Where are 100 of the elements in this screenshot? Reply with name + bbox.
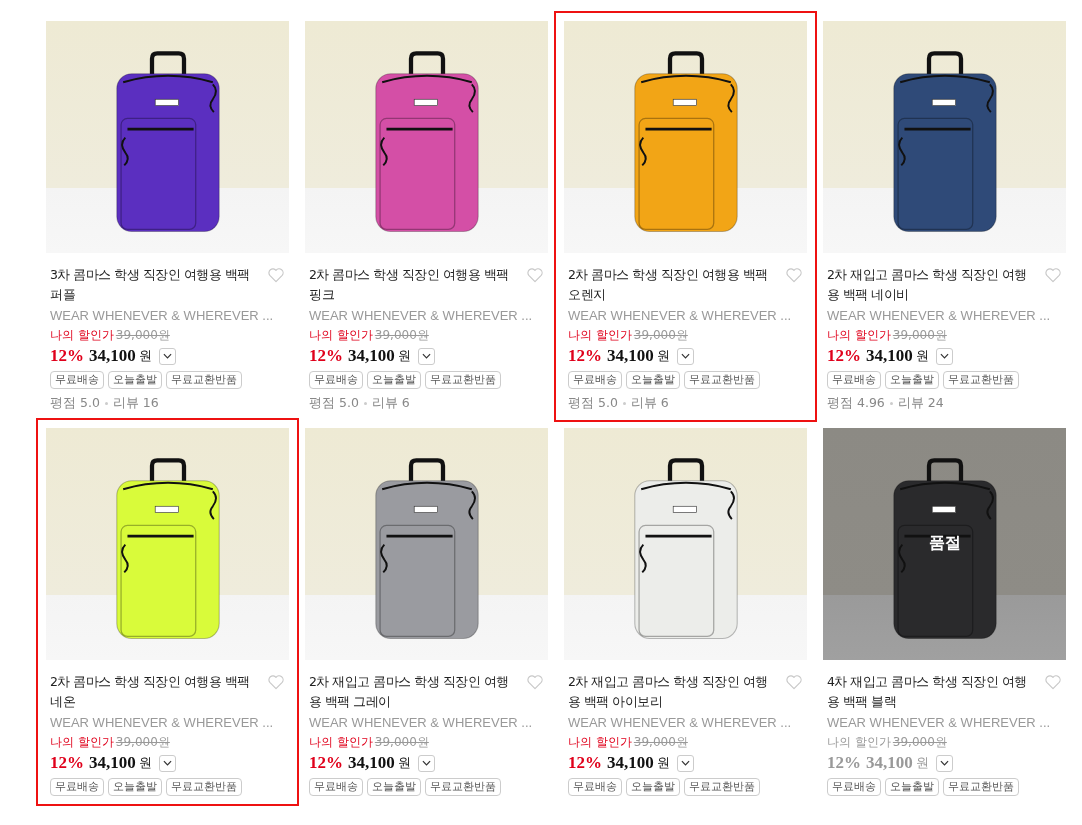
rating-text: 평점 5.0	[568, 395, 618, 412]
price-detail-toggle[interactable]	[676, 347, 694, 365]
separator-dot	[622, 402, 626, 405]
benefit-tag: 무료교환반품	[425, 778, 501, 796]
benefit-tag: 무료교환반품	[943, 778, 1019, 796]
sold-out-label: 품절	[928, 533, 961, 554]
currency-unit: 원	[397, 347, 411, 365]
discount-rate: 12%	[827, 753, 861, 773]
currency-unit: 원	[915, 347, 929, 365]
chevron-down-icon	[939, 760, 949, 766]
benefit-tag: 무료교환반품	[684, 778, 760, 796]
product-title[interactable]: 2차 콤마스 학생 직장인 여행용 백팩 핑크	[309, 265, 520, 305]
discount-rate: 12%	[309, 753, 343, 773]
discount-price-label: 나의 할인가	[309, 327, 373, 344]
price-detail-toggle[interactable]	[417, 754, 435, 772]
rating-text: 평점 5.0	[50, 395, 100, 412]
sale-price: 34,100	[866, 346, 913, 366]
benefit-tag: 무료배송	[827, 371, 881, 389]
sale-price: 34,100	[348, 753, 395, 773]
review-count: 리뷰 6	[371, 395, 410, 412]
product-photo[interactable]	[46, 21, 289, 253]
sale-price: 34,100	[607, 346, 654, 366]
benefit-tag: 무료배송	[50, 371, 104, 389]
price-detail-toggle[interactable]	[935, 347, 953, 365]
benefit-tag: 오늘출발	[885, 371, 939, 389]
sale-price: 34,100	[89, 346, 136, 366]
discount-price-label: 나의 할인가	[50, 327, 114, 344]
product-photo[interactable]: 품절	[823, 428, 1066, 660]
sale-price: 34,100	[866, 753, 913, 773]
chevron-down-icon	[939, 353, 949, 359]
currency-unit: 원	[138, 754, 152, 772]
currency-unit: 원	[915, 754, 929, 772]
benefit-tag: 무료배송	[309, 371, 363, 389]
benefit-tag: 무료배송	[827, 778, 881, 796]
benefit-tag: 무료교환반품	[166, 778, 242, 796]
chevron-down-icon	[680, 353, 690, 359]
benefit-tag: 무료교환반품	[943, 371, 1019, 389]
product-title[interactable]: 4차 재입고 콤마스 학생 직장인 여행용 백팩 블랙	[827, 672, 1038, 712]
product-title[interactable]: 3차 콤마스 학생 직장인 여행용 백팩 퍼플	[50, 265, 261, 305]
benefit-tag: 무료배송	[50, 778, 104, 796]
price-detail-toggle[interactable]	[158, 347, 176, 365]
benefit-tag: 오늘출발	[108, 371, 162, 389]
price-detail-toggle[interactable]	[676, 754, 694, 772]
price-detail-toggle[interactable]	[158, 754, 176, 772]
sale-price: 34,100	[348, 346, 395, 366]
product-title[interactable]: 2차 재입고 콤마스 학생 직장인 여행용 백팩 네이비	[827, 265, 1038, 305]
product-photo[interactable]	[305, 21, 548, 253]
benefit-tag: 무료교환반품	[166, 371, 242, 389]
price-detail-toggle[interactable]	[935, 754, 953, 772]
benefit-tag: 오늘출발	[626, 371, 680, 389]
original-price: 39,000원	[892, 327, 947, 344]
benefit-tag: 오늘출발	[367, 371, 421, 389]
product-card[interactable]: 2차 콤마스 학생 직장인 여행용 백팩 네온 WEAR WHENEVER & WHEREVER ... 나의 할인가 39,000원 12% 34,100 원 무료배송 오늘출발 무료교환반품	[36, 418, 299, 806]
original-price: 39,000원	[374, 327, 429, 344]
discount-price-label: 나의 할인가	[827, 734, 891, 751]
review-count: 리뷰 24	[897, 395, 944, 412]
separator-dot	[363, 402, 367, 405]
discount-rate: 12%	[309, 346, 343, 366]
discount-rate: 12%	[568, 753, 602, 773]
chevron-down-icon	[162, 760, 172, 766]
sale-price: 34,100	[607, 753, 654, 773]
currency-unit: 원	[397, 754, 411, 772]
chevron-down-icon	[421, 760, 431, 766]
original-price: 39,000원	[633, 327, 688, 344]
benefit-tag: 오늘출발	[108, 778, 162, 796]
sale-price: 34,100	[89, 753, 136, 773]
separator-dot	[104, 402, 108, 405]
product-title[interactable]: 2차 콤마스 학생 직장인 여행용 백팩 오렌지	[568, 265, 779, 305]
original-price: 39,000원	[115, 734, 170, 751]
discount-rate: 12%	[50, 753, 84, 773]
benefit-tag: 무료교환반품	[684, 371, 760, 389]
chevron-down-icon	[680, 760, 690, 766]
discount-price-label: 나의 할인가	[827, 327, 891, 344]
product-card[interactable]: 2차 콤마스 학생 직장인 여행용 백팩 오렌지 WEAR WHENEVER & WHEREVER ... 나의 할인가 39,000원 12% 34,100 원 무료배송 오늘출발 무료교환반품 평점 5.0 리뷰 6	[554, 11, 817, 422]
benefit-tag: 무료교환반품	[425, 371, 501, 389]
product-photo[interactable]	[823, 21, 1066, 253]
separator-dot	[889, 402, 893, 405]
original-price: 39,000원	[892, 734, 947, 751]
benefit-tag: 무료배송	[568, 371, 622, 389]
rating-text: 평점 5.0	[309, 395, 359, 412]
discount-price-label: 나의 할인가	[309, 734, 373, 751]
product-title[interactable]: 2차 재입고 콤마스 학생 직장인 여행용 백팩 그레이	[309, 672, 520, 712]
product-title[interactable]: 2차 콤마스 학생 직장인 여행용 백팩 네온	[50, 672, 261, 712]
chevron-down-icon	[162, 353, 172, 359]
original-price: 39,000원	[633, 734, 688, 751]
benefit-tag: 오늘출발	[367, 778, 421, 796]
review-count: 리뷰 6	[630, 395, 669, 412]
discount-rate: 12%	[568, 346, 602, 366]
review-count: 리뷰 16	[112, 395, 159, 412]
product-title[interactable]: 2차 재입고 콤마스 학생 직장인 여행용 백팩 아이보리	[568, 672, 779, 712]
currency-unit: 원	[656, 347, 670, 365]
currency-unit: 원	[138, 347, 152, 365]
discount-price-label: 나의 할인가	[568, 327, 632, 344]
discount-price-label: 나의 할인가	[50, 734, 114, 751]
benefit-tag: 오늘출발	[885, 778, 939, 796]
original-price: 39,000원	[374, 734, 429, 751]
price-detail-toggle[interactable]	[417, 347, 435, 365]
rating-text: 평점 4.96	[827, 395, 885, 412]
discount-rate: 12%	[827, 346, 861, 366]
benefit-tag: 무료배송	[309, 778, 363, 796]
